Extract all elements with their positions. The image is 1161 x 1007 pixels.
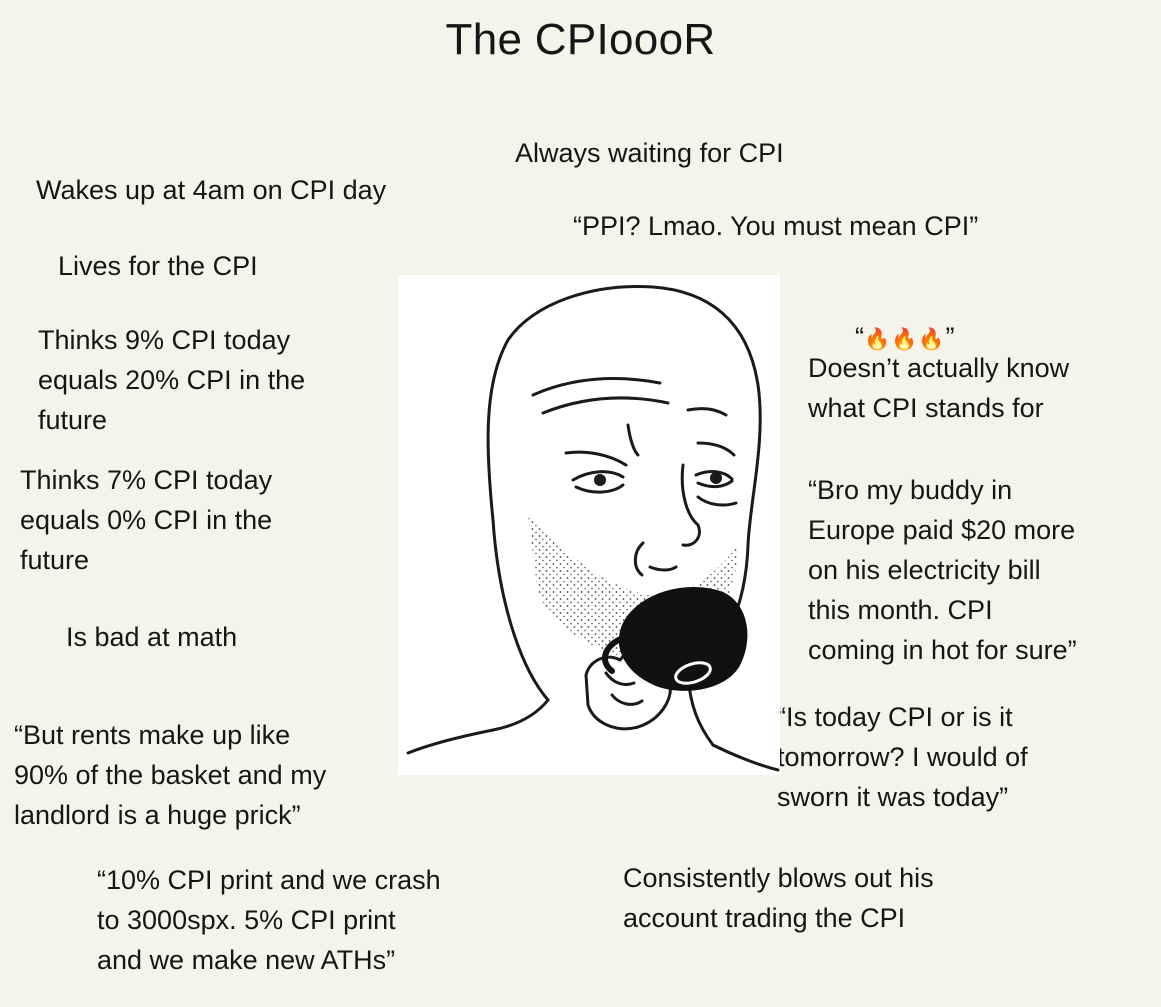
caption-blows-out: Consistently blows out his account tradi…: [623, 863, 934, 933]
caption-bad-at-math: Is bad at math: [66, 622, 238, 652]
caption-lives-for: Lives for the CPI: [58, 251, 258, 281]
caption-bro-buddy: “Bro my buddy in Europe paid $20 more on…: [808, 475, 1077, 665]
caption-always-waiting: Always waiting for CPI: [515, 138, 784, 168]
caption-wakes-up: Wakes up at 4am on CPI day: [36, 175, 387, 205]
page-title: The CPIoooR: [445, 15, 716, 64]
caption-ppi: “PPI? Lmao. You must mean CPI”: [573, 211, 979, 241]
caption-doesnt-know: Doesn’t actually know what CPI stands fo…: [808, 353, 1070, 423]
caption-is-today: “Is today CPI or is it tomorrow? I would…: [777, 702, 1028, 812]
wojak-face-icon: [406, 285, 780, 772]
caption-thinks-9: Thinks 9% CPI today equals 20% CPI in th…: [38, 325, 306, 435]
wojak-coffee-drawing: [398, 275, 780, 775]
caption-rents: “But rents make up like 90% of the baske…: [14, 720, 327, 830]
caption-ten-percent: “10% CPI print and we crash to 3000spx. …: [97, 865, 441, 975]
caption-thinks-7: Thinks 7% CPI today equals 0% CPI in the…: [20, 465, 273, 575]
